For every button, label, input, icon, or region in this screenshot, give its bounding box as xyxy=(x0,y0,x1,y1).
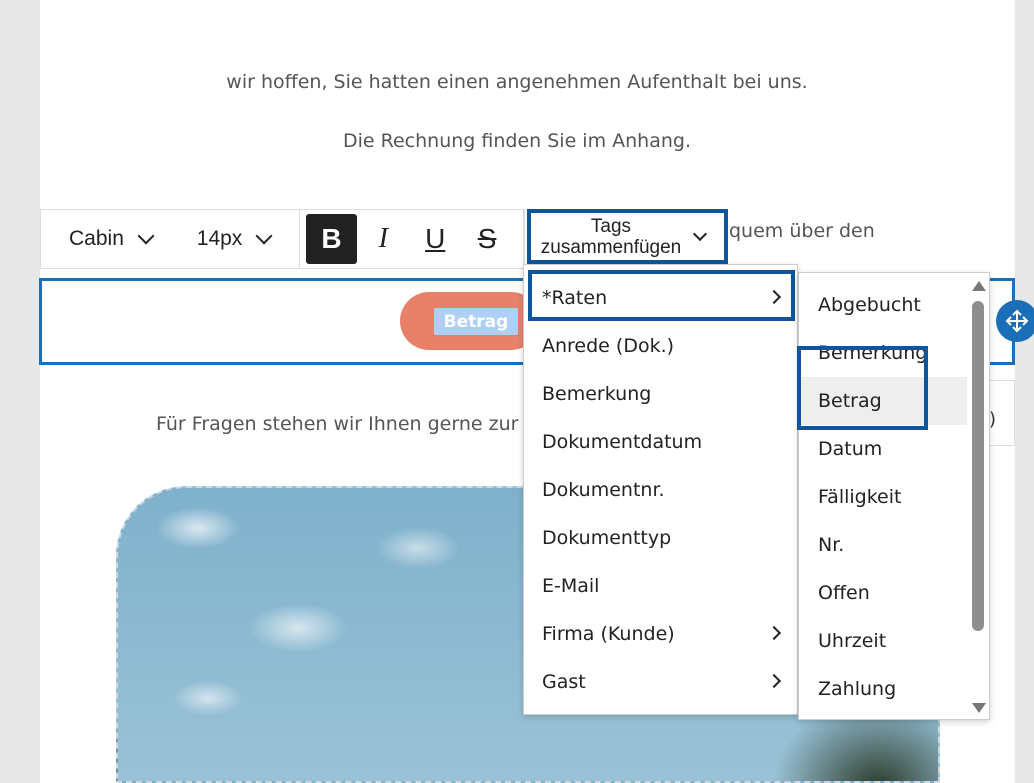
submenu-item-abgebucht[interactable]: Abgebucht xyxy=(799,281,967,329)
menu-item-email[interactable]: E-Mail xyxy=(524,562,797,610)
scroll-up-icon[interactable] xyxy=(972,281,986,291)
menu-item-label: Dokumentnr. xyxy=(542,479,665,501)
menu-item-bemerkung[interactable]: Bemerkung xyxy=(524,370,797,418)
font-family-select[interactable]: Cabin xyxy=(41,227,171,251)
chevron-down-icon xyxy=(137,227,155,245)
menu-item-label: E-Mail xyxy=(542,575,600,597)
menu-item-label: Bemerkung xyxy=(542,383,652,405)
strikethrough-button[interactable]: S xyxy=(461,214,513,264)
menu-item-anrede[interactable]: Anrede (Dok.) xyxy=(524,322,797,370)
text-toolbar: Cabin 14px B I U S xyxy=(40,209,525,269)
highlight-raten xyxy=(528,270,795,321)
menu-item-label: Anrede (Dok.) xyxy=(542,335,675,357)
font-size-value: 14px xyxy=(196,227,243,250)
submenu-item-zahlung[interactable]: Zahlung xyxy=(799,665,967,713)
toolbar-divider xyxy=(298,209,300,269)
submenu-item-offen[interactable]: Offen xyxy=(799,569,967,617)
bold-button[interactable]: B xyxy=(305,214,358,264)
menu-item-label: Gast xyxy=(542,671,586,693)
scroll-thumb[interactable] xyxy=(972,301,984,631)
menu-item-label: Firma (Kunde) xyxy=(542,623,675,645)
side-card-glyph: ) xyxy=(988,409,996,430)
italic-button[interactable]: I xyxy=(357,214,409,264)
font-size-select[interactable]: 14px xyxy=(171,227,299,251)
menu-item-gast[interactable]: Gast xyxy=(524,658,797,706)
menu-item-firma[interactable]: Firma (Kunde) xyxy=(524,610,797,658)
menu-item-label: Dokumentdatum xyxy=(542,431,703,453)
email-text-partial: Für Fragen stehen wir Ihnen gerne zur Ve… xyxy=(156,413,556,435)
chevron-down-icon xyxy=(255,227,273,245)
menu-item-dokumenttyp[interactable]: Dokumenttyp xyxy=(524,514,797,562)
chevron-right-icon xyxy=(766,673,782,689)
merge-tags-menu: *Raten Anrede (Dok.) Bemerkung Dokumentd… xyxy=(523,264,798,715)
font-family-value: Cabin xyxy=(69,227,124,250)
email-text-line: Die Rechnung finden Sie im Anhang. xyxy=(343,130,691,152)
scroll-down-icon[interactable] xyxy=(972,703,986,713)
menu-item-dokumentnr[interactable]: Dokumentnr. xyxy=(524,466,797,514)
email-text-partial: quem über den xyxy=(729,220,875,242)
submenu-item-faelligkeit[interactable]: Fälligkeit xyxy=(799,473,967,521)
underline-button[interactable]: U xyxy=(409,214,461,264)
chevron-right-icon xyxy=(766,625,782,641)
submenu-item-nr[interactable]: Nr. xyxy=(799,521,967,569)
chevron-down-icon xyxy=(692,226,708,241)
email-text-line: wir hoffen, Sie hatten einen angenehmen … xyxy=(226,71,808,93)
submenu-scrollbar[interactable] xyxy=(971,281,986,713)
merge-tags-button[interactable]: Tags zusammenfügen xyxy=(527,209,728,264)
menu-item-label: Dokumenttyp xyxy=(542,527,672,549)
toolbar-divider xyxy=(523,209,524,269)
move-icon[interactable] xyxy=(996,300,1034,342)
merge-tag-chip[interactable]: Betrag xyxy=(434,308,518,335)
highlight-betrag xyxy=(797,346,928,430)
submenu-item-datum[interactable]: Datum xyxy=(799,425,967,473)
menu-item-dokumentdatum[interactable]: Dokumentdatum xyxy=(524,418,797,466)
merge-tags-label: Tags zusammenfügen xyxy=(540,215,682,258)
submenu-item-uhrzeit[interactable]: Uhrzeit xyxy=(799,617,967,665)
raten-submenu: Abgebucht Bemerkung Betrag Datum Fälligk… xyxy=(798,272,990,720)
